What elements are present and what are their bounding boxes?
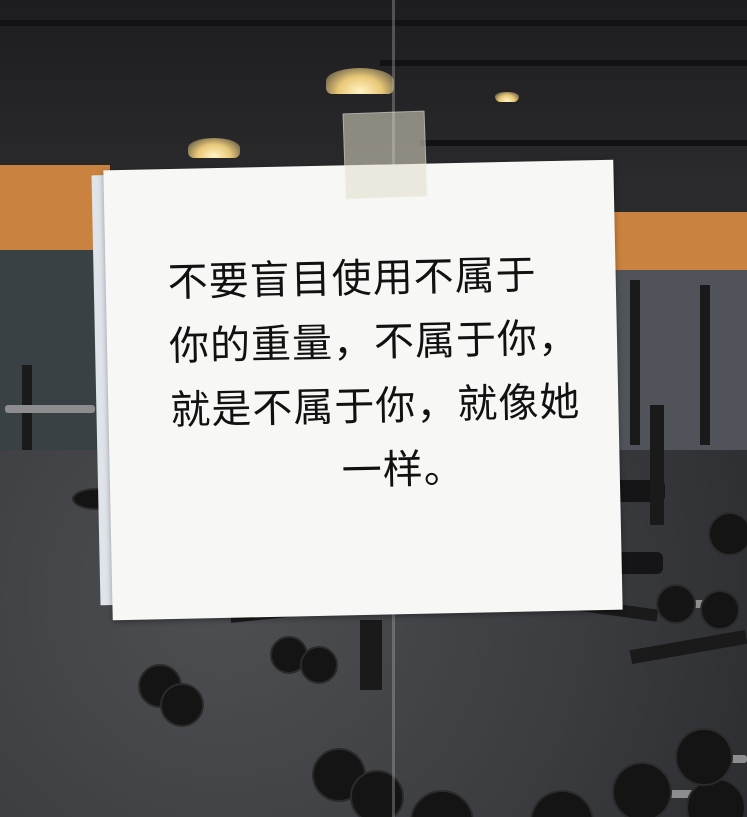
barbell	[5, 405, 95, 413]
mirror-wall	[600, 270, 747, 470]
tape-strip	[342, 110, 428, 200]
sign-line: 一样。	[341, 445, 466, 495]
ceiling-beam	[380, 60, 747, 66]
power-rack	[630, 280, 640, 445]
ceiling-lamp	[188, 138, 240, 158]
power-rack	[700, 285, 710, 445]
sign-text: 不要盲目使用不属于 你的重量，不属于你， 就是不属于你，就像她 一样。	[167, 243, 581, 507]
bench-frame	[650, 405, 664, 525]
sign-line: 就是不属于你，就像她	[169, 379, 581, 435]
paper-sign: 不要盲目使用不属于 你的重量，不属于你， 就是不属于你，就像她 一样。	[103, 159, 623, 621]
sign-line: 你的重量，不属于你，	[168, 315, 580, 371]
ceiling-lamp	[326, 68, 394, 94]
gym-scene: 不要盲目使用不属于 你的重量，不属于你， 就是不属于你，就像她 一样。	[0, 0, 747, 817]
sign-line: 不要盲目使用不属于	[167, 252, 538, 307]
dumbbell-rack	[360, 620, 382, 690]
ceiling-lamp	[495, 92, 519, 102]
orange-wall	[610, 212, 747, 272]
ceiling-beam	[0, 20, 747, 26]
ceiling-beam	[420, 140, 747, 146]
